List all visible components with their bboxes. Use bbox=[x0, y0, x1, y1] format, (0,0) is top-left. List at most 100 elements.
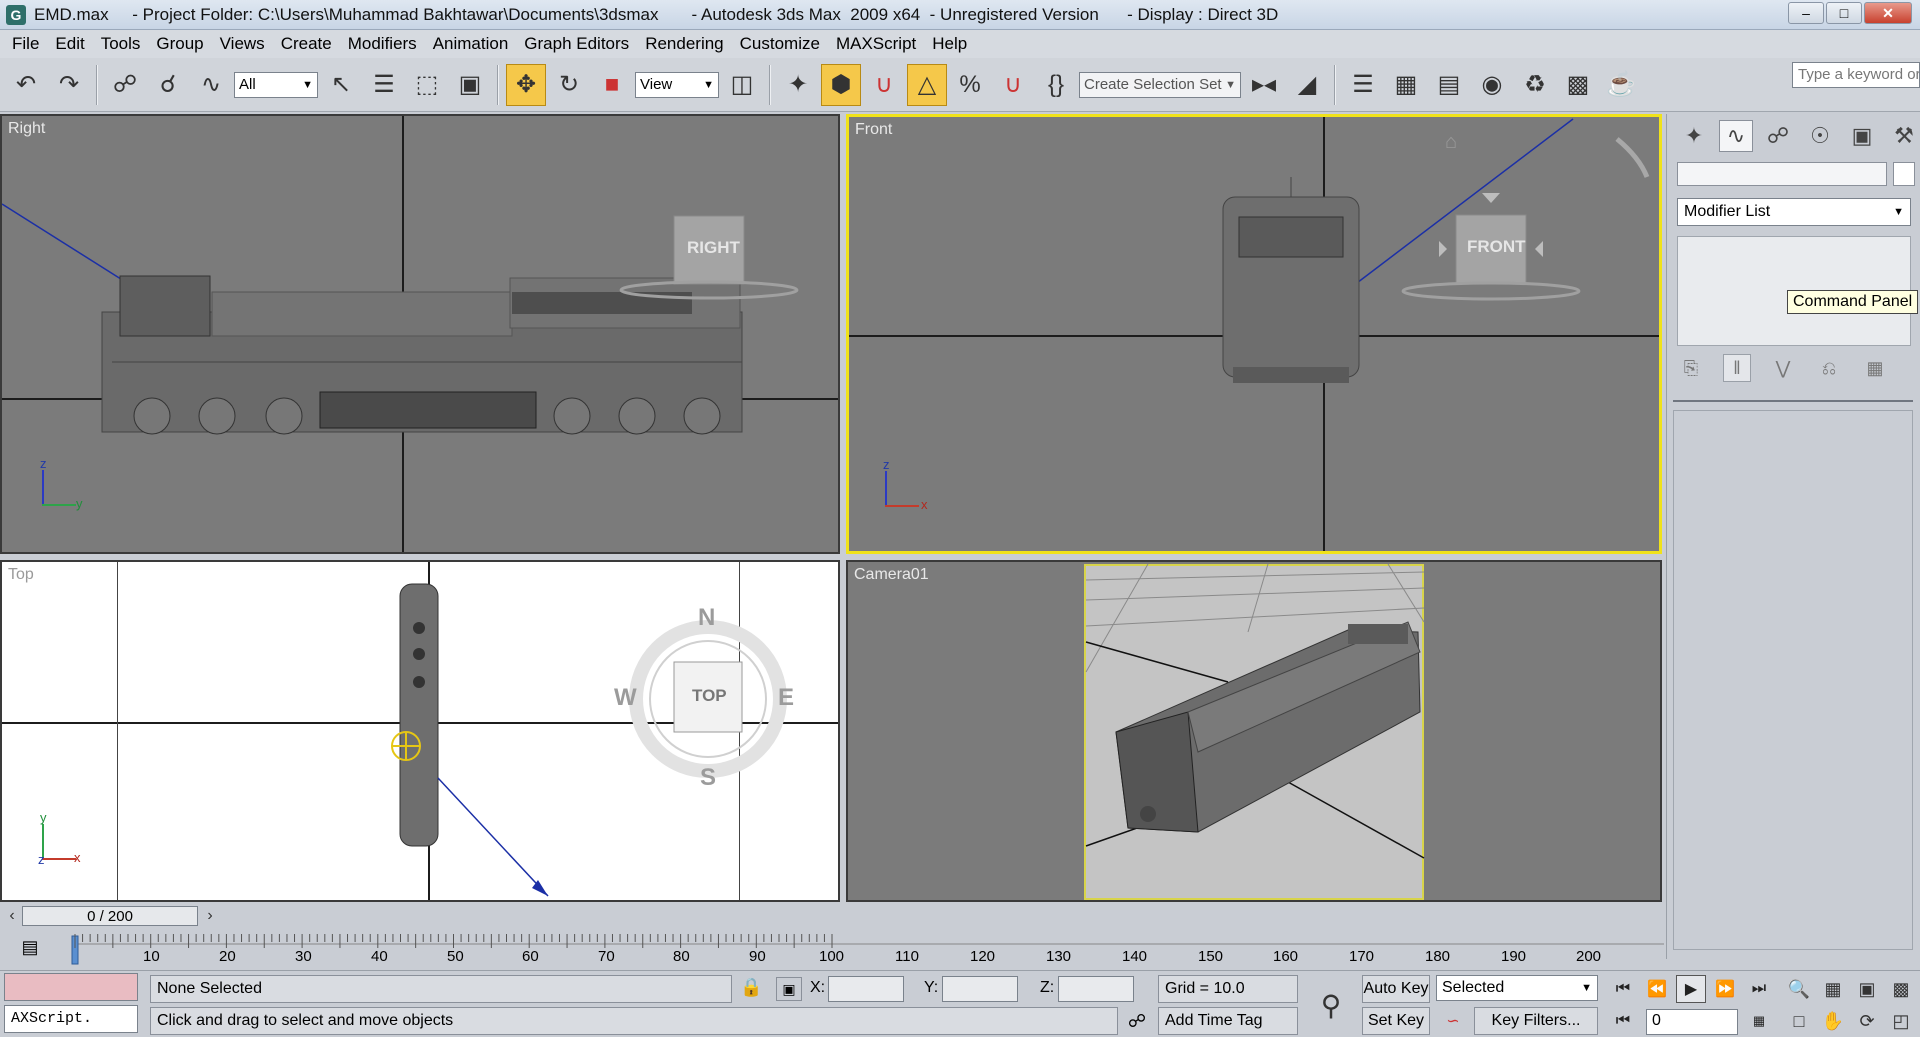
add-time-tag-button[interactable]: Add Time Tag bbox=[1158, 1007, 1298, 1035]
object-name-field[interactable] bbox=[1677, 162, 1887, 186]
select-object-icon[interactable]: ↖ bbox=[321, 64, 361, 106]
modifier-list-dropdown[interactable]: Modifier List ▼ bbox=[1677, 198, 1911, 226]
go-to-start-icon[interactable]: ⏮ bbox=[1608, 975, 1638, 1003]
lock-selection-icon[interactable]: 🔒 bbox=[740, 977, 762, 998]
time-configuration-icon[interactable]: ▦ bbox=[1744, 1007, 1774, 1035]
viewcube-label-right[interactable]: RIGHT bbox=[687, 238, 740, 258]
redo-icon[interactable]: ↷ bbox=[49, 64, 89, 106]
pin-stack-icon[interactable]: ⎘ bbox=[1677, 354, 1705, 382]
unlink-selection-icon[interactable]: ☌ bbox=[148, 64, 188, 106]
z-coordinate-input[interactable] bbox=[1058, 976, 1134, 1002]
absolute-mode-transform-icon[interactable]: ▣ bbox=[776, 977, 802, 1001]
next-frame-icon[interactable]: ⏩ bbox=[1710, 975, 1740, 1003]
modify-tab-icon[interactable]: ∿ bbox=[1719, 120, 1753, 152]
current-frame-input[interactable]: 0 bbox=[1646, 1009, 1738, 1035]
viewport-camera[interactable]: Camera01 bbox=[846, 560, 1662, 902]
curve-editor-icon[interactable]: ▤ bbox=[1429, 64, 1469, 106]
maximize-viewport-icon[interactable]: ◰ bbox=[1886, 1007, 1916, 1035]
go-to-end-icon[interactable]: ⏭ bbox=[1744, 975, 1774, 1003]
spinner-snap-icon[interactable]: ∪ bbox=[993, 64, 1033, 106]
viewport-top[interactable]: Top TOP N S E W y x z bbox=[0, 560, 840, 902]
time-tag-icon[interactable]: ☍ bbox=[1122, 1007, 1152, 1035]
named-selection-set-dropdown[interactable]: Create Selection Set ▼ bbox=[1079, 71, 1241, 98]
rectangular-selection-icon[interactable]: ⬚ bbox=[407, 64, 447, 106]
display-tab-icon[interactable]: ▣ bbox=[1845, 120, 1879, 152]
select-and-link-icon[interactable]: ☍ bbox=[105, 64, 145, 106]
menu-modifiers[interactable]: Modifiers bbox=[340, 34, 425, 54]
create-tab-icon[interactable]: ✦ bbox=[1677, 120, 1711, 152]
x-coordinate-input[interactable] bbox=[828, 976, 904, 1002]
viewport-right[interactable]: Right RIGHT z y bbox=[0, 114, 840, 554]
set-key-icon[interactable]: ⚲ bbox=[1306, 979, 1356, 1031]
orbit-icon[interactable]: ⟳ bbox=[1852, 1007, 1882, 1035]
viewport-label-camera[interactable]: Camera01 bbox=[854, 566, 929, 584]
home-icon[interactable]: ⌂ bbox=[1445, 131, 1457, 154]
time-slider-prev-icon[interactable]: ‹ bbox=[2, 906, 22, 926]
select-and-move-icon[interactable]: ✥ bbox=[506, 63, 546, 106]
close-button[interactable]: ✕ bbox=[1864, 2, 1912, 24]
viewcube-label-top[interactable]: TOP bbox=[692, 686, 727, 706]
viewport-label-right[interactable]: Right bbox=[8, 120, 45, 138]
graphite-modeling-icon[interactable]: ▦ bbox=[1386, 64, 1426, 106]
menu-customize[interactable]: Customize bbox=[732, 34, 828, 54]
viewcube-label-front[interactable]: FRONT bbox=[1467, 237, 1526, 257]
menu-tools[interactable]: Tools bbox=[93, 34, 149, 54]
menu-graph-editors[interactable]: Graph Editors bbox=[516, 34, 637, 54]
menu-animation[interactable]: Animation bbox=[425, 34, 517, 54]
zoom-all-icon[interactable]: ▦ bbox=[1818, 975, 1848, 1003]
minimize-button[interactable]: – bbox=[1788, 2, 1824, 24]
zoom-icon[interactable]: 🔍 bbox=[1784, 975, 1814, 1003]
remove-modifier-icon[interactable]: ⎌ bbox=[1815, 354, 1843, 382]
bind-space-warp-icon[interactable]: ∿ bbox=[191, 64, 231, 106]
window-crossing-icon[interactable]: ▣ bbox=[450, 64, 490, 106]
snaps-toggle-icon[interactable]: ∪ bbox=[864, 64, 904, 106]
maximize-button[interactable]: □ bbox=[1826, 2, 1862, 24]
show-end-result-icon[interactable]: ‖ bbox=[1723, 354, 1751, 382]
compass-south[interactable]: S bbox=[700, 764, 716, 792]
compass-east[interactable]: E bbox=[778, 684, 794, 712]
maxscript-listener-macro[interactable] bbox=[4, 973, 138, 1001]
menu-maxscript[interactable]: MAXScript bbox=[828, 34, 924, 54]
menu-help[interactable]: Help bbox=[924, 34, 975, 54]
menu-rendering[interactable]: Rendering bbox=[637, 34, 731, 54]
key-filters-button[interactable]: Key Filters... bbox=[1474, 1007, 1598, 1035]
selection-filter-dropdown[interactable]: All ▼ bbox=[234, 71, 318, 98]
render-setup-icon[interactable]: ♻ bbox=[1515, 64, 1555, 106]
layer-manager-icon[interactable]: ☰ bbox=[1343, 64, 1383, 106]
viewport-label-front[interactable]: Front bbox=[855, 121, 892, 139]
percent-snap-icon[interactable]: % bbox=[950, 64, 990, 106]
select-and-manipulate-icon[interactable]: ✦ bbox=[778, 64, 818, 106]
app-icon[interactable]: G bbox=[6, 4, 26, 25]
select-by-name-icon[interactable]: ☰ bbox=[364, 64, 404, 106]
time-slider-thumb[interactable]: 0 / 200 bbox=[22, 906, 198, 926]
motion-tab-icon[interactable]: ☉ bbox=[1803, 120, 1837, 152]
menu-file[interactable]: File bbox=[4, 34, 47, 54]
keyword-search-input[interactable]: Type a keyword or bbox=[1792, 62, 1920, 88]
configure-modifier-sets-icon[interactable]: ▦ bbox=[1861, 354, 1889, 382]
default-tangents-icon[interactable]: ∽ bbox=[1438, 1007, 1468, 1035]
track-bar[interactable]: ▤ 10 20 30 40 50 60 70 80 90 100 110 120… bbox=[0, 928, 1664, 970]
menu-create[interactable]: Create bbox=[273, 34, 340, 54]
compass-north[interactable]: N bbox=[698, 604, 715, 632]
rendered-frame-window-icon[interactable]: ▩ bbox=[1558, 64, 1598, 106]
menu-group[interactable]: Group bbox=[148, 34, 211, 54]
y-coordinate-input[interactable] bbox=[942, 976, 1018, 1002]
set-key-button[interactable]: Set Key bbox=[1362, 1007, 1430, 1035]
make-unique-icon[interactable]: ⋁ bbox=[1769, 354, 1797, 382]
material-editor-icon[interactable]: ◉ bbox=[1472, 64, 1512, 106]
maxscript-listener-input[interactable]: AXScript. bbox=[4, 1005, 138, 1033]
pivot-center-icon[interactable]: ◫ bbox=[722, 64, 762, 106]
zoom-extents-all-icon[interactable]: ▩ bbox=[1886, 975, 1916, 1003]
zoom-region-icon[interactable]: □ bbox=[1784, 1007, 1814, 1035]
compass-west[interactable]: W bbox=[614, 684, 637, 712]
viewport-front[interactable]: Front FRONT ⌂ z x bbox=[846, 114, 1662, 554]
utilities-tab-icon[interactable]: ⚒ bbox=[1887, 120, 1920, 152]
angle-snap-icon[interactable]: △ bbox=[907, 63, 947, 106]
object-color-swatch[interactable] bbox=[1893, 162, 1915, 186]
keyboard-shortcut-override-icon[interactable]: ⬢ bbox=[821, 63, 861, 106]
viewport-label-top[interactable]: Top bbox=[8, 566, 34, 584]
key-mode-toggle-icon[interactable]: ⏮ bbox=[1608, 1007, 1638, 1035]
mirror-icon[interactable]: ▸◂ bbox=[1244, 64, 1284, 106]
render-production-icon[interactable]: ☕ bbox=[1601, 64, 1641, 106]
menu-edit[interactable]: Edit bbox=[47, 34, 92, 54]
